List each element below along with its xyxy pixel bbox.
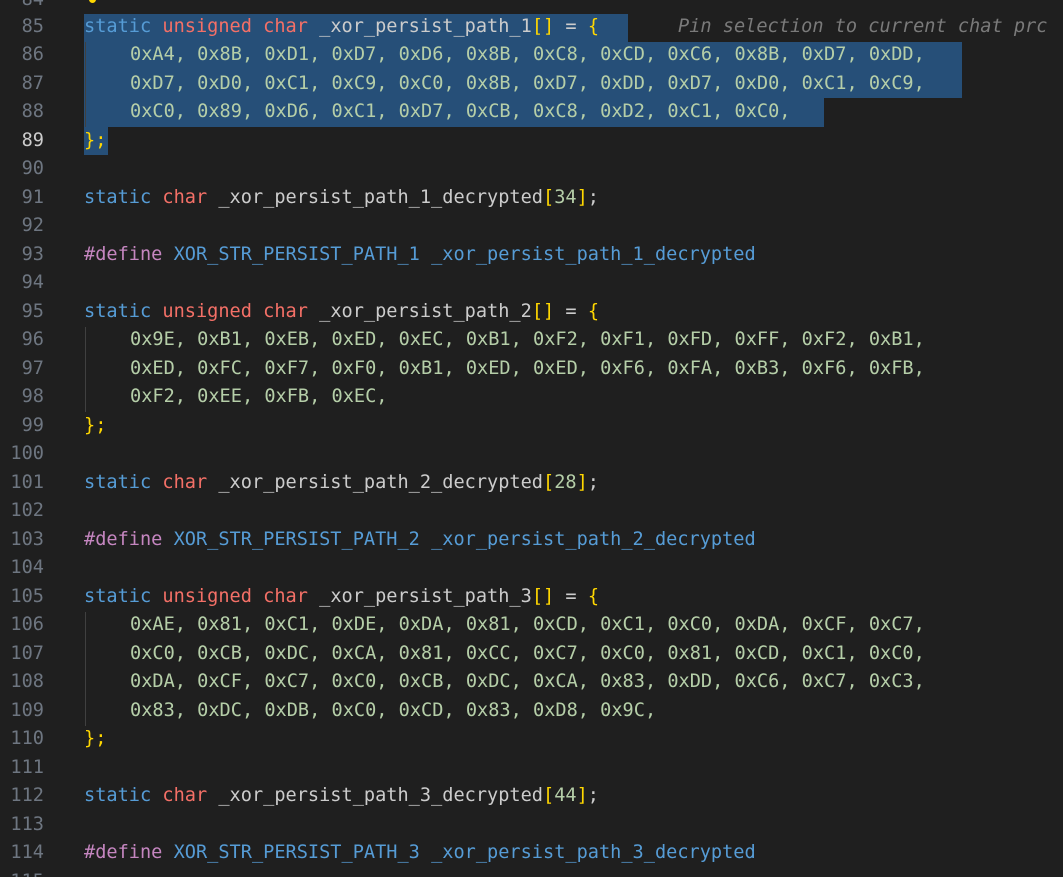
open-bracket: [ [543,187,555,208]
keyword-static: static [84,187,152,208]
code-line-98[interactable]: 0xF2, 0xEE, 0xFB, 0xEC, [130,383,387,412]
keyword-char: char [263,586,308,607]
keyword-unsigned: unsigned [162,586,252,607]
macro-name: XOR_STR_PERSIST_PATH_1 [173,244,420,265]
macro-value: _xor_persist_path_1_decrypted [431,244,756,265]
preprocessor-define: #define [84,529,163,550]
close-bracket: ] [576,785,588,806]
code-line-114[interactable]: #define XOR_STR_PERSIST_PATH_3 _xor_pers… [84,839,756,868]
macro-name: XOR_STR_PERSIST_PATH_3 [173,842,420,863]
keyword-static: static [84,785,152,806]
code-line-101[interactable]: static char _xor_persist_path_2_decrypte… [84,469,599,498]
open-bracket: [ [543,785,555,806]
code-line-108[interactable]: 0xDA, 0xCF, 0xC7, 0xC0, 0xCB, 0xDC, 0xCA… [130,668,925,697]
array-size: 34 [554,187,577,208]
code-line-103[interactable]: #define XOR_STR_PERSIST_PATH_2 _xor_pers… [84,526,756,555]
code-line-97[interactable]: 0xED, 0xFC, 0xF7, 0xF0, 0xB1, 0xED, 0xED… [130,355,925,384]
code-line-91[interactable]: static char _xor_persist_path_1_decrypte… [84,184,599,213]
code-line-105[interactable]: static unsigned char _xor_persist_path_3… [84,583,599,612]
identifier: _xor_persist_path_3 [319,586,532,607]
assign-brace: = [554,586,588,607]
bracket-match-marker [89,0,96,3]
macro-name: XOR_STR_PERSIST_PATH_2 [173,529,420,550]
array-brackets: [] [531,586,555,607]
semicolon: ; [587,187,599,208]
code-line-93[interactable]: #define XOR_STR_PERSIST_PATH_1 _xor_pers… [84,241,756,270]
preprocessor-define: #define [84,842,163,863]
code-line-106[interactable]: 0xAE, 0x81, 0xC1, 0xDE, 0xDA, 0x81, 0xCD… [130,611,925,640]
preprocessor-define: #define [84,244,163,265]
code-line-87[interactable]: 0xD7, 0xD0, 0xC1, 0xC9, 0xC0, 0x8B, 0xD7… [130,70,925,99]
keyword-char: char [263,301,308,322]
array-brackets: [] [531,16,555,37]
code-line-86[interactable]: 0xA4, 0x8B, 0xD1, 0xD7, 0xD6, 0x8B, 0xC8… [130,41,925,70]
array-size: 44 [554,785,577,806]
code-line-89[interactable]: }; [84,127,106,156]
keyword-char: char [162,187,208,208]
macro-value: _xor_persist_path_2_decrypted [431,529,756,550]
code-editor[interactable]: 84 85 86 87 88 89 90 91 92 93 94 95 96 9… [0,0,1063,877]
keyword-static: static [84,586,152,607]
pin-selection-hint[interactable]: Pin selection to current chat prc [678,13,1047,42]
open-brace: { [587,16,600,37]
keyword-char: char [263,16,308,37]
open-brace: { [587,586,600,607]
keyword-char: char [162,472,208,493]
identifier: _xor_persist_path_2_decrypted [218,472,543,493]
open-brace: { [587,301,600,322]
code-line-99[interactable]: }; [84,412,106,441]
indent-guide [85,327,86,412]
code-line-109[interactable]: 0x83, 0xDC, 0xDB, 0xC0, 0xCD, 0x83, 0xD8… [130,697,656,726]
assign-brace: = [554,16,588,37]
close-bracket: ] [576,187,588,208]
array-size: 28 [554,472,577,493]
code-area[interactable]: static unsigned char _xor_persist_path_1… [0,0,1063,877]
code-line-110[interactable]: }; [84,725,106,754]
keyword-unsigned: unsigned [162,16,252,37]
keyword-static: static [84,16,152,37]
keyword-char: char [162,785,208,806]
indent-guide [85,42,86,127]
identifier: _xor_persist_path_1 [319,16,532,37]
identifier: _xor_persist_path_1_decrypted [218,187,543,208]
semicolon: ; [587,472,599,493]
identifier: _xor_persist_path_2 [319,301,532,322]
array-brackets: [] [531,301,555,322]
keyword-static: static [84,472,152,493]
code-line-107[interactable]: 0xC0, 0xCB, 0xDC, 0xCA, 0x81, 0xCC, 0xC7… [130,640,925,669]
keyword-static: static [84,301,152,322]
code-line-85[interactable]: static unsigned char _xor_persist_path_1… [84,13,599,42]
open-bracket: [ [543,472,555,493]
code-line-95[interactable]: static unsigned char _xor_persist_path_2… [84,298,599,327]
indent-guide [85,612,86,726]
keyword-unsigned: unsigned [162,301,252,322]
code-line-88[interactable]: 0xC0, 0x89, 0xD6, 0xC1, 0xD7, 0xCB, 0xC8… [130,98,790,127]
code-line-96[interactable]: 0x9E, 0xB1, 0xEB, 0xED, 0xEC, 0xB1, 0xF2… [130,326,925,355]
close-bracket: ] [576,472,588,493]
macro-value: _xor_persist_path_3_decrypted [431,842,756,863]
identifier: _xor_persist_path_3_decrypted [218,785,543,806]
assign-brace: = [554,301,588,322]
semicolon: ; [587,785,599,806]
code-line-112[interactable]: static char _xor_persist_path_3_decrypte… [84,782,599,811]
